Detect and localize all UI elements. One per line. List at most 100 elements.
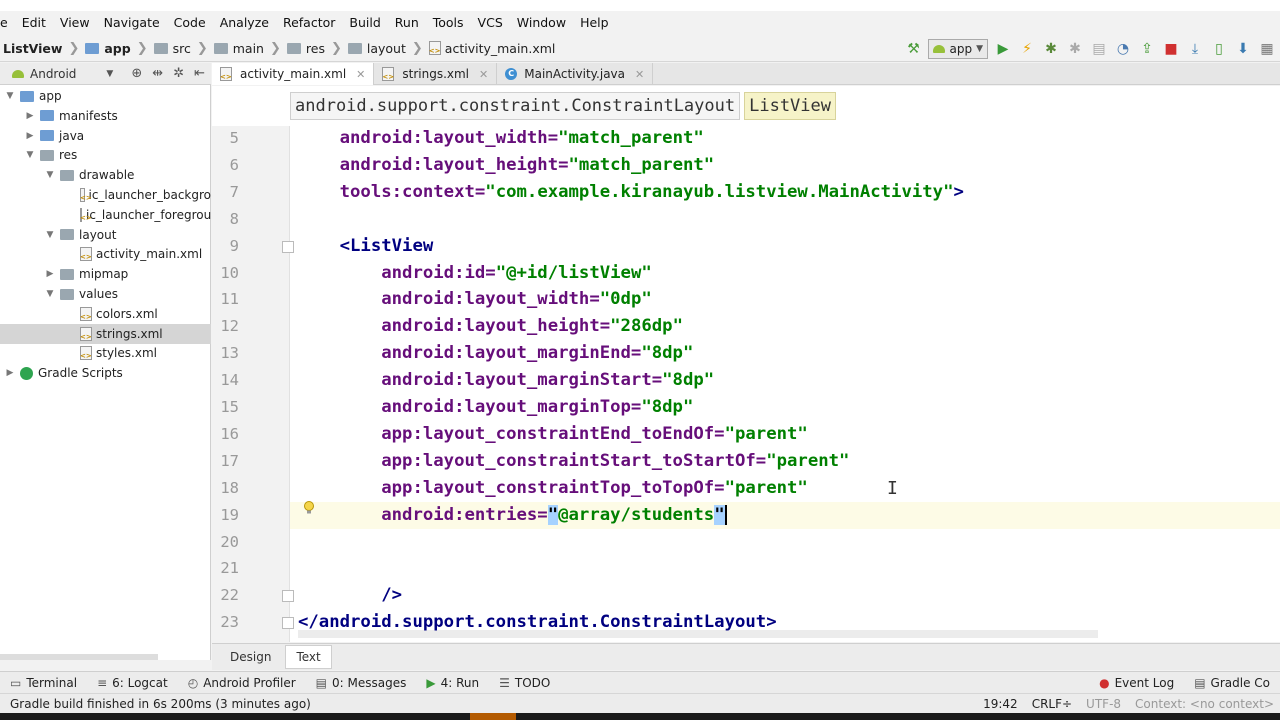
run-icon[interactable]: ▶ — [994, 40, 1012, 58]
nav-crumb[interactable]: src ❯ — [151, 35, 211, 62]
code-line[interactable]: android:layout_marginEnd="8dp" — [298, 340, 693, 367]
code-line[interactable]: app:layout_constraintEnd_toEndOf="parent… — [298, 421, 808, 448]
fold-marker-icon[interactable] — [282, 590, 294, 603]
tab-text[interactable]: Text — [285, 645, 332, 669]
expand-down-icon[interactable]: ▼ — [24, 150, 36, 160]
expand-down-icon[interactable]: ▼ — [4, 91, 16, 101]
expand-down-icon[interactable]: ▼ — [44, 230, 56, 240]
hide-panel-icon[interactable]: ⇤ — [194, 66, 205, 81]
menu-item-help[interactable]: Help — [573, 11, 616, 34]
code-line[interactable]: android:entries="@array/students" — [298, 502, 727, 529]
tab-design[interactable]: Design — [220, 646, 281, 668]
nav-crumb[interactable]: activity_main.xml — [426, 35, 559, 62]
code-line[interactable]: android:layout_marginTop="8dp" — [298, 394, 693, 421]
tree-item-app[interactable]: ▼ app — [0, 86, 211, 106]
code-line[interactable]: </android.support.constraint.ConstraintL… — [298, 609, 777, 636]
menu-item-analyze[interactable]: Analyze — [213, 11, 276, 34]
tool-window-0-messages[interactable]: ▤ 0: Messages — [306, 676, 417, 690]
file-encoding[interactable]: UTF-8 — [1086, 697, 1121, 711]
code-line[interactable]: app:layout_constraintTop_toTopOf="parent… — [298, 475, 808, 502]
run-configuration-select[interactable]: app ▼ — [928, 38, 988, 59]
tree-item-styles-xml[interactable]: styles.xml — [0, 343, 211, 363]
code-line[interactable]: <ListView — [298, 233, 434, 260]
menu-item-vcs[interactable]: VCS — [471, 11, 510, 34]
menu-item-build[interactable]: Build — [342, 11, 387, 34]
nav-crumb[interactable]: ListView ❯ — [0, 35, 82, 62]
close-icon[interactable]: ✕ — [635, 68, 644, 81]
tree-item-activity-main-xml[interactable]: activity_main.xml — [0, 244, 211, 264]
tab-mainactivity-java[interactable]: C MainActivity.java ✕ — [497, 63, 654, 85]
line-separator[interactable]: CRLF÷ — [1032, 697, 1072, 711]
tree-item-manifests[interactable]: ▶ manifests — [0, 106, 211, 126]
code-line[interactable]: android:id="@+id/listView" — [298, 260, 652, 287]
menu-item-code[interactable]: Code — [167, 11, 213, 34]
tool-window-4-run[interactable]: ▶ 4: Run — [416, 676, 489, 690]
fold-marker-icon[interactable] — [282, 617, 294, 630]
code-line[interactable]: android:layout_height="match_parent" — [298, 152, 715, 179]
active-taskbar-app[interactable] — [470, 713, 516, 720]
sync-gradle-icon[interactable]: ⤓ — [1186, 40, 1204, 58]
close-icon[interactable]: ✕ — [356, 68, 365, 81]
attach-debugger-icon[interactable]: ✱ — [1066, 40, 1084, 58]
menu-item-refactor[interactable]: Refactor — [276, 11, 342, 34]
expand-right-icon[interactable]: ▶ — [24, 111, 36, 121]
menu-item-tools[interactable]: Tools — [426, 11, 471, 34]
nav-crumb[interactable]: app ❯ — [82, 35, 150, 62]
tree-item-colors-xml[interactable]: colors.xml — [0, 304, 211, 324]
tool-window-gradle-co[interactable]: ▤ Gradle Co — [1184, 676, 1280, 690]
context-indicator[interactable]: Context: <no context> — [1135, 697, 1274, 711]
code-line[interactable]: android:layout_width="0dp" — [298, 286, 652, 313]
expand-right-icon[interactable]: ▶ — [24, 131, 36, 141]
code-editor[interactable]: android.support.constraint.ConstraintLay… — [212, 86, 1280, 642]
avd-manager-icon[interactable]: ▯ — [1210, 40, 1228, 58]
tool-window-event-log[interactable]: ● Event Log — [1089, 676, 1184, 690]
menu-item-window[interactable]: Window — [510, 11, 573, 34]
nav-crumb[interactable]: main ❯ — [211, 35, 284, 62]
hammer-icon[interactable]: ⚒ — [904, 40, 922, 58]
project-structure-icon[interactable]: ▦ — [1258, 40, 1276, 58]
collapse-all-icon[interactable]: ⇹ — [152, 66, 163, 81]
project-view-select[interactable]: Android ▼ — [12, 67, 113, 81]
debug-icon[interactable]: ✱ — [1042, 40, 1060, 58]
tree-item-ic-launcher-foregrou[interactable]: ic_launcher_foregrou — [0, 205, 211, 225]
xml-breadcrumb-item[interactable]: android.support.constraint.ConstraintLay… — [290, 92, 741, 120]
tree-horizontal-scrollbar[interactable] — [0, 654, 158, 660]
gear-icon[interactable]: ✲ — [173, 66, 184, 81]
tree-item-java[interactable]: ▶ java — [0, 126, 211, 146]
code-line[interactable]: android:layout_height="286dp" — [298, 313, 683, 340]
tree-item-ic-launcher-backgro[interactable]: ic_launcher_backgro — [0, 185, 211, 205]
sdk-manager-icon[interactable]: ⬇ — [1234, 40, 1252, 58]
menu-item-edit[interactable]: Edit — [15, 11, 53, 34]
stop-icon[interactable]: ■ — [1162, 40, 1180, 58]
tree-item-mipmap[interactable]: ▶ mipmap — [0, 264, 211, 284]
coverage-icon[interactable]: ▤ — [1090, 40, 1108, 58]
tree-item-layout[interactable]: ▼ layout — [0, 225, 211, 245]
tool-window-todo[interactable]: ☰ TODO — [489, 676, 560, 690]
expand-right-icon[interactable]: ▶ — [44, 269, 56, 279]
tree-item-gradle-scripts[interactable]: ▶ Gradle Scripts — [0, 363, 211, 383]
expand-down-icon[interactable]: ▼ — [44, 170, 56, 180]
close-icon[interactable]: ✕ — [479, 68, 488, 81]
tree-item-drawable[interactable]: ▼ drawable — [0, 165, 211, 185]
code-line[interactable]: app:layout_constraintStart_toStartOf="pa… — [298, 448, 849, 475]
tab-strings-xml[interactable]: strings.xml ✕ — [374, 63, 498, 85]
sync-scroll-icon[interactable]: ⊕ — [131, 66, 142, 81]
menu-item-view[interactable]: View — [53, 11, 97, 34]
apply-changes-icon[interactable]: ⚡ — [1018, 40, 1036, 58]
tree-item-strings-xml[interactable]: strings.xml — [0, 323, 211, 344]
nav-crumb[interactable]: layout ❯ — [345, 35, 426, 62]
code-line[interactable]: android:layout_marginStart="8dp" — [298, 367, 714, 394]
tree-item-res[interactable]: ▼ res — [0, 145, 211, 165]
xml-breadcrumb-item[interactable]: ListView — [744, 92, 836, 120]
code-line[interactable]: /> — [298, 582, 402, 609]
expand-down-icon[interactable]: ▼ — [44, 289, 56, 299]
code-line[interactable]: tools:context="com.example.kiranayub.lis… — [298, 179, 964, 206]
menu-item-e[interactable]: e — [0, 11, 15, 34]
menu-item-navigate[interactable]: Navigate — [97, 11, 167, 34]
tab-activity-main-xml[interactable]: activity_main.xml ✕ — [212, 63, 375, 85]
nav-crumb[interactable]: res ❯ — [284, 35, 345, 62]
code-line[interactable]: android:layout_width="match_parent" — [298, 125, 704, 152]
profile-icon[interactable]: ◔ — [1114, 40, 1132, 58]
tool-window-6-logcat[interactable]: ≡ 6: Logcat — [87, 676, 178, 690]
tool-window-android-profiler[interactable]: ◴ Android Profiler — [178, 676, 306, 690]
